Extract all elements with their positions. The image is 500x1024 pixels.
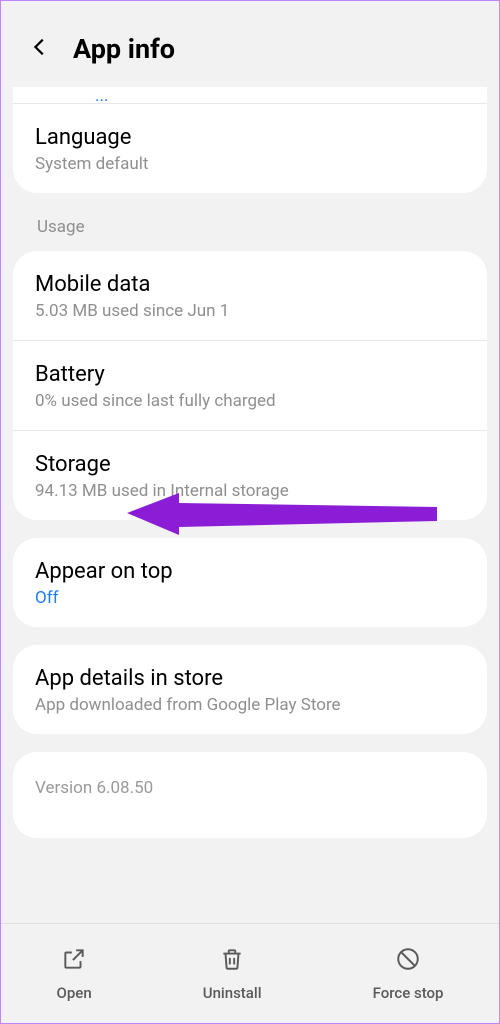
item-sub: 5.03 MB used since Jun 1: [35, 301, 465, 321]
uninstall-button[interactable]: Uninstall: [203, 946, 262, 1002]
bottom-bar: Open Uninstall Force stop: [1, 923, 499, 1023]
back-icon[interactable]: [29, 36, 51, 62]
item-language[interactable]: Language System default: [13, 104, 487, 193]
item-mobile-data[interactable]: Mobile data 5.03 MB used since Jun 1: [13, 251, 487, 340]
item-title: Battery: [35, 362, 465, 387]
cut-fragment: ···: [13, 87, 487, 103]
item-appear-on-top[interactable]: Appear on top Off: [13, 538, 487, 627]
item-app-details[interactable]: App details in store App downloaded from…: [13, 645, 487, 734]
force-stop-button[interactable]: Force stop: [373, 946, 444, 1002]
open-button[interactable]: Open: [57, 946, 92, 1002]
item-sub: Off: [35, 588, 465, 608]
version-label: Version 6.08.50: [13, 752, 487, 838]
card-language-group: ··· Language System default: [13, 87, 487, 193]
item-title: Mobile data: [35, 272, 465, 297]
item-sub: 94.13 MB used in Internal storage: [35, 481, 465, 501]
item-sub: 0% used since last fully charged: [35, 391, 465, 411]
item-battery[interactable]: Battery 0% used since last fully charged: [13, 341, 487, 430]
item-sub: System default: [35, 154, 465, 174]
stop-icon: [395, 946, 421, 976]
trash-icon: [219, 946, 245, 976]
item-title: Language: [35, 125, 465, 150]
item-title: Storage: [35, 452, 465, 477]
item-sub: App downloaded from Google Play Store: [35, 695, 465, 715]
uninstall-label: Uninstall: [203, 984, 262, 1002]
section-label-usage: Usage: [13, 211, 487, 251]
open-label: Open: [57, 984, 92, 1002]
open-icon: [61, 946, 87, 976]
card-app-details: App details in store App downloaded from…: [13, 645, 487, 734]
card-usage: Mobile data 5.03 MB used since Jun 1 Bat…: [13, 251, 487, 520]
item-storage[interactable]: Storage 94.13 MB used in Internal storag…: [13, 431, 487, 520]
item-title: Appear on top: [35, 559, 465, 584]
page-title: App info: [73, 33, 175, 65]
force-stop-label: Force stop: [373, 984, 444, 1002]
card-version: Version 6.08.50: [13, 752, 487, 838]
item-title: App details in store: [35, 666, 465, 691]
card-appear-on-top: Appear on top Off: [13, 538, 487, 627]
